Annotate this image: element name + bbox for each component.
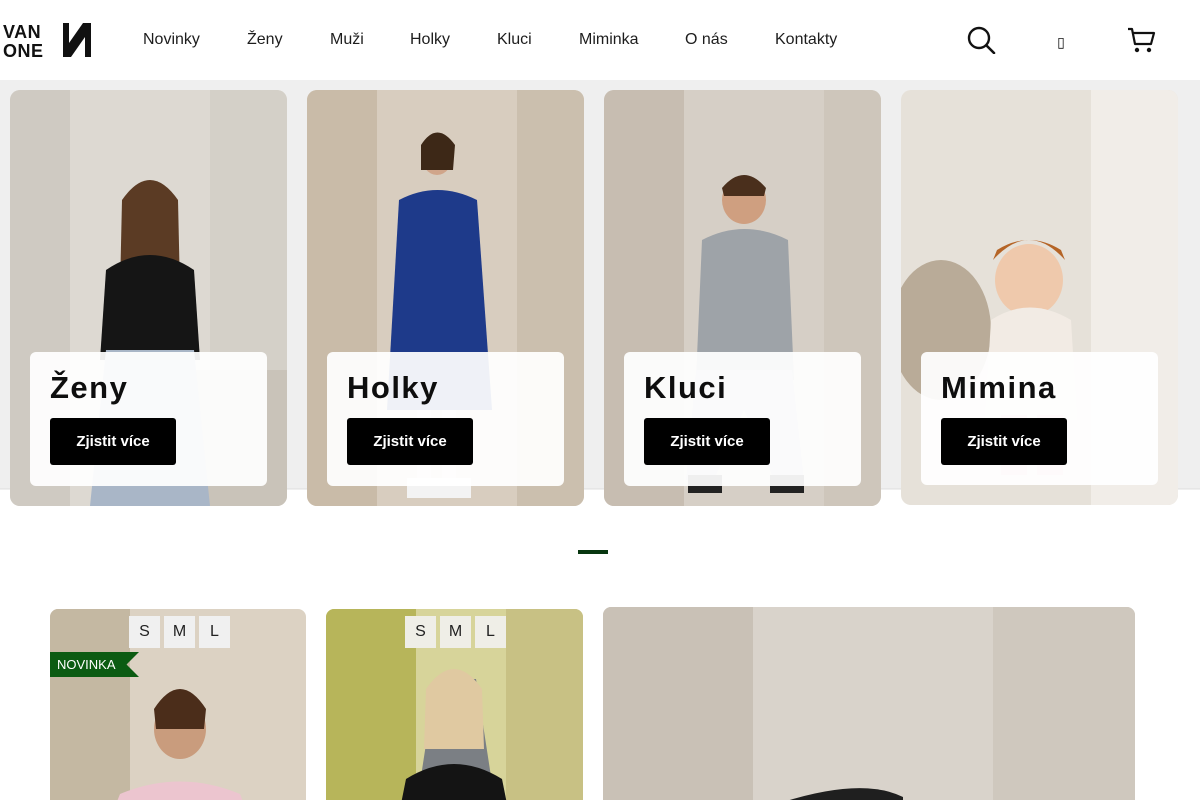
category-title: Ženy	[50, 370, 129, 405]
vanone-logo[interactable]: VAN ONE	[3, 21, 93, 59]
size-option[interactable]: M	[164, 616, 195, 648]
learn-more-button[interactable]: Zjistit více	[50, 418, 176, 465]
category-card-kluci[interactable]: Kluci Zjistit více	[604, 90, 881, 506]
user-icon[interactable]: ▯	[1052, 32, 1070, 52]
search-icon[interactable]	[966, 26, 996, 54]
product-photo	[603, 607, 1135, 800]
category-card-holky[interactable]: Holky Zjistit více	[307, 90, 584, 506]
cart-icon[interactable]	[1126, 26, 1156, 54]
category-card-mimina[interactable]: Mimina Zjistit více	[901, 90, 1178, 505]
product-card[interactable]: S M L NOVINKA	[50, 609, 306, 800]
carousel-indicator[interactable]	[578, 550, 608, 554]
svg-text:VAN: VAN	[3, 22, 41, 42]
product-card[interactable]: S M L	[326, 609, 583, 800]
size-option[interactable]: L	[475, 616, 506, 648]
nav-item-kluci[interactable]: Kluci	[497, 30, 532, 50]
category-title: Mimina	[941, 370, 1057, 405]
nav-item-novinky[interactable]: Novinky	[143, 30, 200, 50]
category-box: Holky Zjistit více	[327, 352, 564, 486]
category-title: Holky	[347, 370, 439, 405]
size-option[interactable]: S	[405, 616, 436, 648]
new-badge: NOVINKA	[50, 652, 139, 677]
category-box: Ženy Zjistit více	[30, 352, 267, 486]
nav-item-kontakty[interactable]: Kontakty	[775, 30, 837, 50]
nav-item-holky[interactable]: Holky	[410, 30, 450, 50]
learn-more-button[interactable]: Zjistit více	[347, 418, 473, 465]
learn-more-button[interactable]: Zjistit více	[644, 418, 770, 465]
size-list: S M L	[405, 616, 506, 648]
size-option[interactable]: S	[129, 616, 160, 648]
nav-item-muzi[interactable]: Muži	[330, 30, 364, 50]
product-card-large[interactable]	[603, 607, 1135, 800]
size-list: S M L	[129, 616, 230, 648]
size-option[interactable]: L	[199, 616, 230, 648]
nav-item-o-nas[interactable]: O nás	[685, 30, 728, 50]
category-box: Kluci Zjistit více	[624, 352, 861, 486]
learn-more-button[interactable]: Zjistit více	[941, 418, 1067, 465]
category-box: Mimina Zjistit více	[921, 352, 1158, 485]
nav-item-zeny[interactable]: Ženy	[247, 30, 283, 50]
svg-text:ONE: ONE	[3, 41, 44, 59]
category-title: Kluci	[644, 370, 728, 405]
site-header: VAN ONE Novinky Ženy Muži Holky Kluci Mi…	[0, 0, 1200, 80]
size-option[interactable]: M	[440, 616, 471, 648]
nav-item-miminka[interactable]: Miminka	[579, 30, 639, 50]
category-card-zeny[interactable]: Ženy Zjistit více	[10, 90, 287, 506]
